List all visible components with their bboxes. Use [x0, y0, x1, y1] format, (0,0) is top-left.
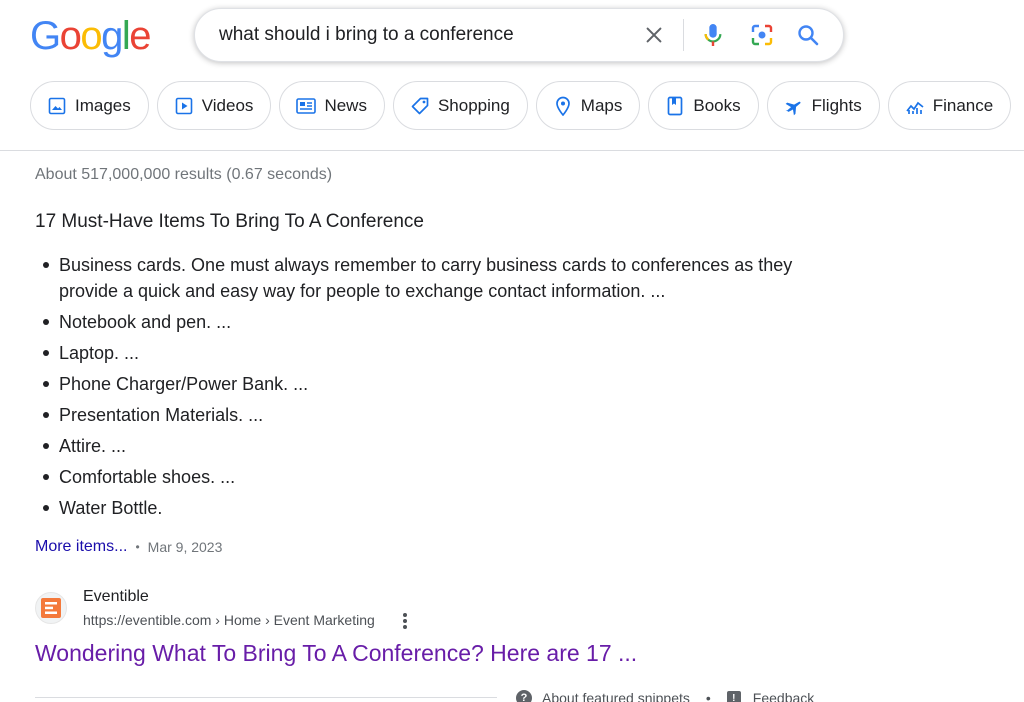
featured-snippet-title: 17 Must-Have Items To Bring To A Confere…: [35, 211, 424, 232]
about-featured-snippets-link[interactable]: About featured snippets: [542, 690, 690, 702]
snippet-date: Mar 9, 2023: [147, 539, 223, 555]
chip-news[interactable]: News: [279, 81, 385, 130]
logo-letter: l: [121, 14, 131, 58]
more-items-row: More items... • Mar 9, 2023: [35, 538, 222, 556]
chip-label: News: [324, 95, 367, 115]
feedback-icon: !: [726, 691, 741, 702]
chip-finance[interactable]: Finance: [887, 81, 1012, 130]
logo-letter: G: [30, 14, 61, 58]
clear-icon[interactable]: [641, 22, 667, 48]
feedback-link[interactable]: Feedback: [753, 690, 814, 702]
logo-letter: o: [59, 14, 82, 58]
chip-videos[interactable]: Videos: [156, 81, 272, 130]
logo-letter: e: [129, 14, 151, 58]
chip-shopping[interactable]: Shopping: [392, 81, 528, 130]
result-stats: About 517,000,000 results (0.67 seconds): [35, 166, 333, 183]
book-icon: [665, 96, 685, 116]
logo-letter: o: [80, 14, 102, 58]
search-divider: [683, 19, 684, 51]
search-box: what should i bring to a conference: [194, 8, 844, 62]
result-site-name: Eventible: [83, 588, 149, 605]
help-icon: ?: [516, 690, 532, 702]
chip-books[interactable]: Books: [648, 81, 759, 130]
search-input[interactable]: what should i bring to a conference: [219, 9, 619, 61]
image-icon: [47, 96, 67, 116]
list-item: Phone Charger/Power Bank. ...: [35, 371, 815, 397]
chip-flights[interactable]: Flights: [766, 81, 880, 130]
search-filter-chips: Images Videos News Shopping Maps Books F…: [30, 81, 1012, 131]
site-favicon[interactable]: [35, 592, 67, 624]
result-title-link[interactable]: Wondering What To Bring To A Conference?…: [35, 640, 637, 667]
tag-icon: [410, 96, 430, 116]
chip-label: Images: [75, 95, 131, 115]
list-item: Water Bottle.: [35, 495, 815, 521]
separator-dot: •: [135, 540, 140, 554]
result-url-breadcrumb[interactable]: https://eventible.com › Home › Event Mar…: [83, 612, 375, 628]
footer-separator: •: [705, 690, 711, 702]
camera-lens-icon[interactable]: [749, 22, 775, 48]
list-item: Laptop. ...: [35, 340, 815, 366]
chip-label: Videos: [201, 95, 254, 115]
list-item: Attire. ...: [35, 433, 815, 459]
header-divider: [0, 150, 1024, 151]
more-items-link[interactable]: More items...: [35, 538, 127, 556]
news-icon: [296, 96, 317, 116]
chip-label: Finance: [932, 95, 994, 115]
chip-label: Shopping: [437, 95, 510, 115]
microphone-icon[interactable]: [700, 22, 726, 48]
more-options-icon[interactable]: [398, 611, 412, 631]
snippet-footer: ? About featured snippets • ! Feedback: [516, 690, 814, 702]
list-item: Presentation Materials. ...: [35, 402, 815, 428]
search-icon[interactable]: [795, 22, 821, 48]
chip-maps[interactable]: Maps: [535, 81, 641, 130]
list-item: Business cards. One must always remember…: [35, 252, 815, 304]
chip-images[interactable]: Images: [30, 81, 149, 130]
chip-label: Books: [693, 95, 741, 115]
list-item: Notebook and pen. ...: [35, 309, 815, 335]
featured-snippet-list: Business cards. One must always remember…: [35, 252, 815, 526]
finance-chart-icon: [905, 96, 925, 116]
chip-label: Flights: [811, 95, 862, 115]
footer-divider: [35, 697, 497, 698]
plane-icon: [784, 96, 804, 116]
logo-letter: g: [101, 14, 123, 58]
eventible-logo-icon: [41, 598, 61, 618]
list-item: Comfortable shoes. ...: [35, 464, 815, 490]
chip-label: Maps: [580, 95, 623, 115]
google-logo[interactable]: Google: [30, 14, 151, 58]
map-pin-icon: [553, 96, 573, 116]
video-icon: [174, 96, 194, 116]
